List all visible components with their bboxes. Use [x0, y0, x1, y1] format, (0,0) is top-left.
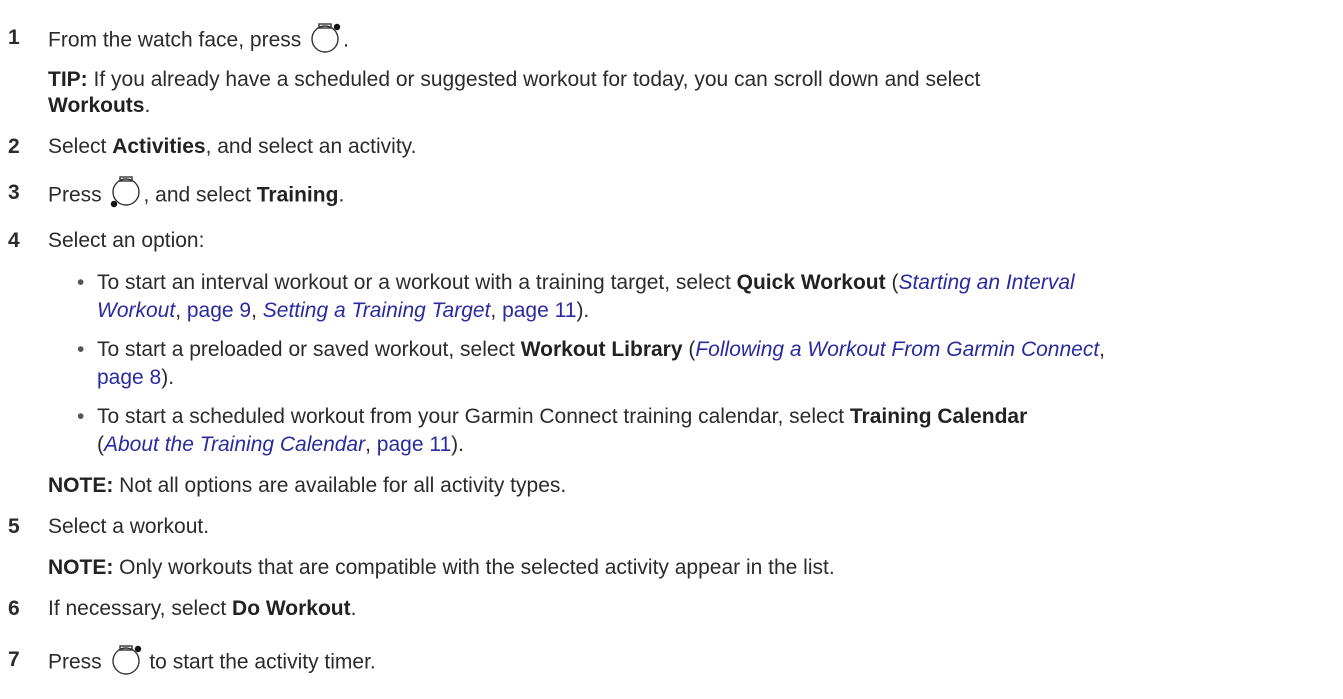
step-text: From the watch face, press: [48, 28, 308, 52]
note-label: NOTE:: [48, 474, 114, 497]
step-number: 4: [8, 229, 20, 252]
cross-reference-link[interactable]: Following a Workout From Garmin Connect: [695, 338, 1099, 361]
watch-start-button-icon: [307, 21, 343, 53]
watch-start-button-icon: [108, 643, 144, 675]
bullet-icon: •: [77, 338, 85, 361]
tip-paragraph: TIP: If you already have a scheduled or …: [48, 68, 981, 91]
cross-reference-link[interactable]: Starting an Interval: [898, 271, 1074, 294]
step-number: 1: [8, 26, 20, 49]
note-paragraph: NOTE: Not all options are available for …: [48, 474, 567, 497]
note-label: NOTE:: [48, 556, 114, 579]
bullet-icon: •: [77, 405, 85, 428]
cross-reference-link[interactable]: Workout: [97, 299, 175, 322]
step-number: 5: [8, 515, 20, 538]
bullet-icon: •: [77, 271, 85, 294]
note-paragraph: NOTE: Only workouts that are compatible …: [48, 556, 835, 579]
page-link[interactable]: page 8: [97, 366, 161, 389]
step-number: 7: [8, 648, 20, 671]
cross-reference-link[interactable]: About the Training Calendar: [104, 433, 365, 456]
step-number: 3: [8, 181, 20, 204]
step-number: 2: [8, 135, 20, 158]
page-link[interactable]: page 9: [187, 299, 251, 322]
page-link[interactable]: page 11: [377, 433, 451, 456]
step-number: 6: [8, 597, 20, 620]
watch-menu-button-icon: [108, 176, 144, 208]
tip-label: TIP:: [48, 68, 88, 91]
page-link[interactable]: page 11: [502, 299, 576, 322]
cross-reference-link[interactable]: Setting a Training Target: [263, 299, 491, 322]
tip-paragraph-cont: Workouts.: [48, 94, 151, 117]
